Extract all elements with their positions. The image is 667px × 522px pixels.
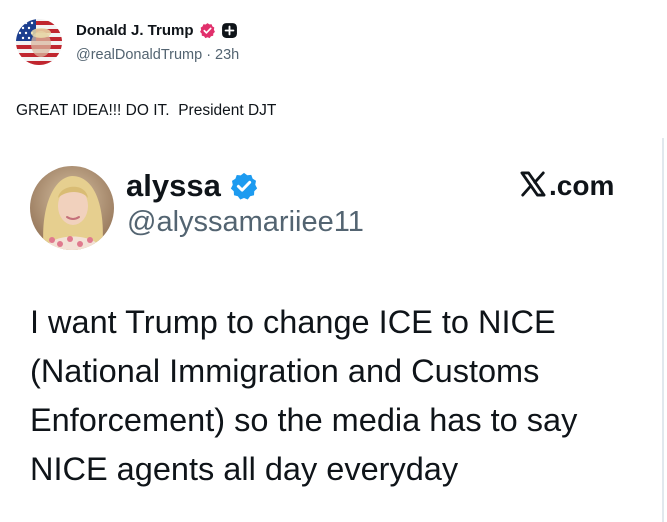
quoted-display-name: alyssa [126, 168, 221, 203]
author-block: Donald J. Trump @realDonaldTrump · 23h [76, 20, 239, 65]
avatar[interactable] [16, 19, 62, 65]
author-display-name[interactable]: Donald J. Trump [76, 22, 194, 39]
x-brand: .com [519, 166, 614, 206]
separator: · [206, 46, 212, 63]
verified-badge-icon [199, 22, 216, 39]
embed-divider [662, 138, 664, 522]
quoted-tweet-image[interactable]: alyssa @alyssamariiee11 .com I want Trum… [0, 138, 662, 522]
quoted-body: I want Trump to change ICE to NICE (Nati… [30, 304, 578, 487]
post-header: Donald J. Trump @realDonaldTrump · 23h [16, 19, 239, 65]
post-text: GREAT IDEA!!! DO IT. President DJT [16, 102, 277, 119]
x-logo-icon [519, 170, 547, 203]
handle-row: @realDonaldTrump · 23h [76, 45, 239, 65]
american-flag-portrait-icon [16, 19, 62, 65]
quoted-handle: @alyssamariiee11 [127, 206, 364, 238]
author-handle[interactable]: @realDonaldTrump [76, 47, 202, 63]
name-row: Donald J. Trump [76, 20, 239, 42]
post-time[interactable]: 23h [215, 47, 239, 63]
blue-verified-icon [229, 171, 259, 201]
x-brand-text: .com [549, 170, 615, 201]
quoted-avatar [30, 166, 114, 250]
quoted-name-row: alyssa [126, 166, 259, 206]
profile-photo-icon [30, 166, 114, 250]
plus-badge-icon [221, 22, 238, 39]
